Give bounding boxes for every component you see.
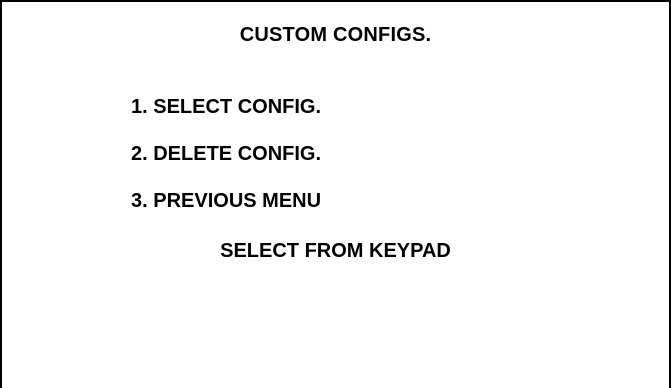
screen-title: CUSTOM CONFIGS. bbox=[239, 24, 432, 46]
config-menu-screen: CUSTOM CONFIGS. 1. SELECT CONFIG. 2. DEL… bbox=[0, 0, 671, 388]
menu-item-previous-menu[interactable]: 3. PREVIOUS MENU bbox=[131, 188, 321, 214]
menu-list: 1. SELECT CONFIG. 2. DELETE CONFIG. 3. P… bbox=[131, 94, 321, 214]
keypad-prompt: SELECT FROM KEYPAD bbox=[220, 240, 451, 262]
menu-item-delete-config[interactable]: 2. DELETE CONFIG. bbox=[131, 141, 321, 167]
menu-item-select-config[interactable]: 1. SELECT CONFIG. bbox=[131, 94, 321, 120]
